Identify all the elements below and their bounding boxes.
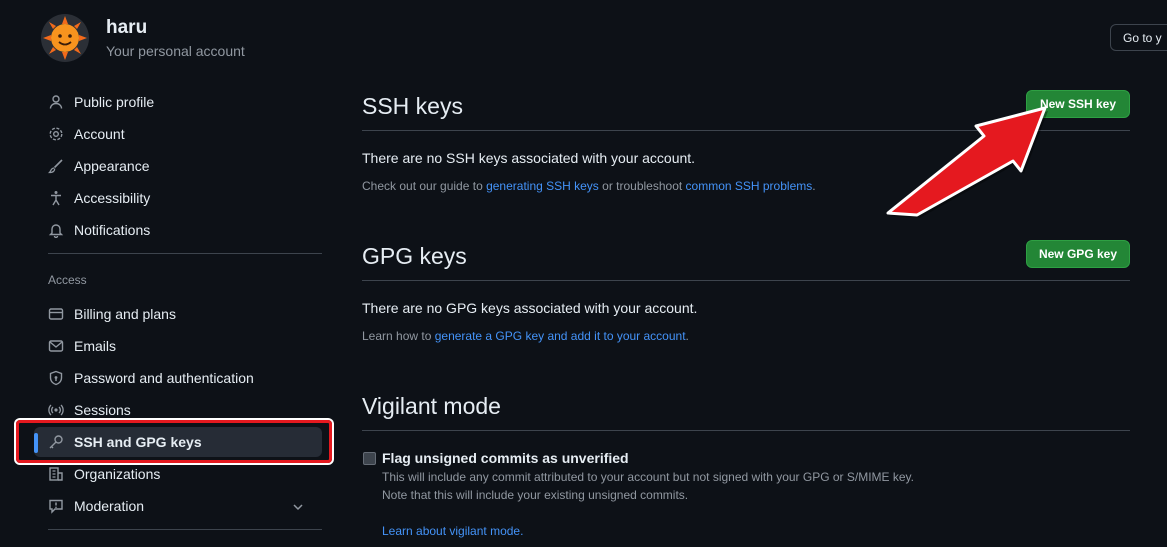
- gpg-learn-text: Learn how to generate a GPG key and add …: [362, 329, 689, 343]
- sidebar-item-appearance[interactable]: Appearance: [34, 151, 322, 181]
- bell-icon: [48, 224, 64, 238]
- sidebar-item-billing[interactable]: Billing and plans: [34, 299, 322, 329]
- sidebar-item-organizations[interactable]: Organizations: [34, 459, 322, 489]
- sidebar-item-notifications[interactable]: Notifications: [34, 215, 322, 245]
- sidebar-item-label: Password and authentication: [74, 370, 254, 386]
- sidebar-item-label: Sessions: [74, 402, 131, 418]
- sidebar-item-label: Appearance: [74, 158, 150, 174]
- vigilant-mode-heading: Vigilant mode: [362, 393, 501, 419]
- vigilant-note-line2: Note that this will include your existin…: [382, 488, 689, 502]
- ssh-guide-prefix: Check out our guide to: [362, 179, 487, 193]
- shield-lock-icon: [49, 370, 63, 386]
- sidebar-item-label: Accessibility: [74, 190, 151, 206]
- credit-card-icon: [48, 308, 64, 320]
- sidebar-divider: [48, 529, 322, 530]
- sidebar-item-label: Organizations: [74, 466, 161, 482]
- gpg-learn-suffix: .: [685, 329, 689, 343]
- report-icon: [49, 499, 63, 514]
- annotation-arrow: [886, 106, 1048, 218]
- chevron-down-icon[interactable]: [292, 501, 304, 513]
- sidebar-section-access: Access: [48, 273, 87, 287]
- ssh-empty-message: There are no SSH keys associated with yo…: [362, 150, 696, 166]
- ssh-guide-mid: or troubleshoot: [598, 179, 686, 193]
- sidebar-item-emails[interactable]: Emails: [34, 331, 322, 361]
- sidebar-item-accessibility[interactable]: Accessibility: [34, 183, 322, 213]
- ssh-guide-suffix: .: [812, 179, 816, 193]
- gpg-empty-message: There are no GPG keys associated with yo…: [362, 300, 698, 316]
- section-divider: [362, 280, 1130, 281]
- gear-icon: [49, 127, 63, 141]
- generate-gpg-key-link[interactable]: generate a GPG key and add it to your ac…: [435, 329, 686, 343]
- person-icon: [49, 95, 63, 109]
- sidebar-item-label: Moderation: [74, 498, 145, 514]
- generating-ssh-keys-link[interactable]: generating SSH keys: [486, 179, 599, 193]
- sidebar-item-moderation[interactable]: Moderation: [34, 491, 322, 521]
- ssh-keys-heading: SSH keys: [362, 93, 463, 119]
- organization-icon: [49, 467, 63, 481]
- sidebar-item-public-profile[interactable]: Public profile: [34, 87, 322, 117]
- sidebar-item-label: Public profile: [74, 94, 155, 110]
- avatar[interactable]: [41, 14, 89, 62]
- ssh-guide-text: Check out our guide to generating SSH ke…: [362, 179, 816, 193]
- vigilant-mode-checkbox[interactable]: [363, 452, 376, 465]
- learn-vigilant-mode-link[interactable]: Learn about vigilant mode.: [382, 524, 523, 538]
- sidebar-item-label: Billing and plans: [74, 306, 176, 322]
- broadcast-icon: [48, 404, 64, 416]
- vigilant-mode-checkbox-label[interactable]: Flag unsigned commits as unverified: [382, 450, 629, 466]
- gpg-learn-prefix: Learn how to: [362, 329, 435, 343]
- sidebar-item-password-authentication[interactable]: Password and authentication: [34, 363, 322, 393]
- go-to-profile-button[interactable]: Go to y: [1110, 24, 1167, 51]
- vigilant-note-line1: This will include any commit attributed …: [382, 470, 915, 484]
- paintbrush-icon: [48, 159, 63, 174]
- account-username: haru: [106, 17, 148, 38]
- accessibility-icon: [51, 191, 61, 206]
- section-divider: [362, 430, 1130, 431]
- account-subtitle: Your personal account: [106, 43, 245, 59]
- common-ssh-problems-link[interactable]: common SSH problems: [686, 179, 813, 193]
- sidebar-item-label: Account: [74, 126, 125, 142]
- sidebar-item-account[interactable]: Account: [34, 119, 322, 149]
- sidebar-item-label: Emails: [74, 338, 117, 354]
- mail-icon: [48, 340, 64, 352]
- sidebar-divider: [48, 253, 322, 254]
- new-gpg-key-button[interactable]: New GPG key: [1026, 240, 1130, 268]
- annotation-highlight-box: [16, 420, 332, 463]
- sidebar-item-label: Notifications: [74, 222, 151, 238]
- gpg-keys-heading: GPG keys: [362, 243, 467, 269]
